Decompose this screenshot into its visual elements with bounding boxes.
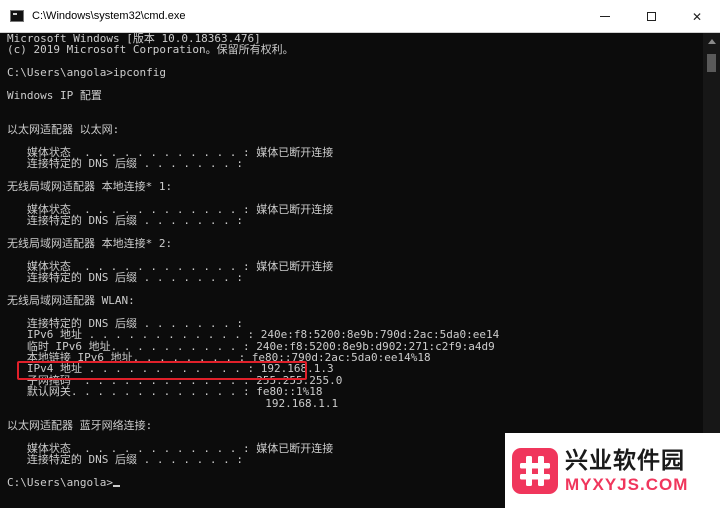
watermark: 兴业软件园 MYXYJS.COM bbox=[505, 433, 720, 508]
cmd-app-icon bbox=[10, 10, 24, 22]
console-line: 无线局域网适配器 本地连接* 2: bbox=[7, 237, 173, 251]
console-line: (c) 2019 Microsoft Corporation。保留所有权利。 bbox=[7, 43, 294, 57]
console-line: 192.168.1.1 bbox=[7, 396, 339, 410]
ipv4-highlight-box bbox=[17, 361, 307, 380]
maximize-button[interactable] bbox=[628, 0, 674, 33]
watermark-text: 兴业软件园 MYXYJS.COM bbox=[565, 447, 688, 495]
minimize-icon bbox=[600, 16, 610, 17]
arrow-up-icon bbox=[707, 39, 716, 44]
window-controls: ✕ bbox=[582, 0, 720, 33]
maximize-icon bbox=[646, 12, 656, 21]
console-line: C:\Users\angola>ipconfig bbox=[7, 66, 166, 80]
watermark-url: MYXYJS.COM bbox=[565, 474, 689, 494]
watermark-name: 兴业软件园 bbox=[565, 447, 685, 474]
console-line: 连接特定的 DNS 后缀 . . . . . . . : bbox=[7, 214, 243, 228]
console-line: 以太网适配器 蓝牙网络连接: bbox=[7, 419, 153, 433]
console-line: 以太网适配器 以太网: bbox=[7, 123, 120, 137]
title-bar[interactable]: C:\Windows\system32\cmd.exe ✕ bbox=[0, 0, 720, 33]
minimize-button[interactable] bbox=[582, 0, 628, 33]
console-line: 连接特定的 DNS 后缀 . . . . . . . : bbox=[7, 271, 243, 285]
console-line: Windows IP 配置 bbox=[7, 88, 102, 102]
console-line: 无线局域网适配器 本地连接* 1: bbox=[7, 180, 173, 194]
close-button[interactable]: ✕ bbox=[674, 0, 720, 33]
cmd-window: C:\Windows\system32\cmd.exe ✕ Microsoft … bbox=[0, 0, 720, 508]
close-icon: ✕ bbox=[691, 9, 703, 24]
console-line: 连接特定的 DNS 后缀 . . . . . . . : bbox=[7, 157, 243, 171]
hash-logo-icon bbox=[512, 447, 558, 494]
text-cursor bbox=[112, 485, 120, 488]
console-line: IPv6 地址 . . . . . . . . . . . . : 240e:f… bbox=[7, 328, 500, 342]
console-line: 默认网关. . . . . . . . . . . . . : fe80::1%… bbox=[7, 385, 323, 399]
scroll-up-button[interactable] bbox=[703, 33, 720, 50]
console-line: 无线局域网适配器 WLAN: bbox=[7, 293, 135, 307]
scroll-thumb[interactable] bbox=[707, 54, 716, 72]
window-title: C:\Windows\system32\cmd.exe bbox=[32, 10, 186, 22]
